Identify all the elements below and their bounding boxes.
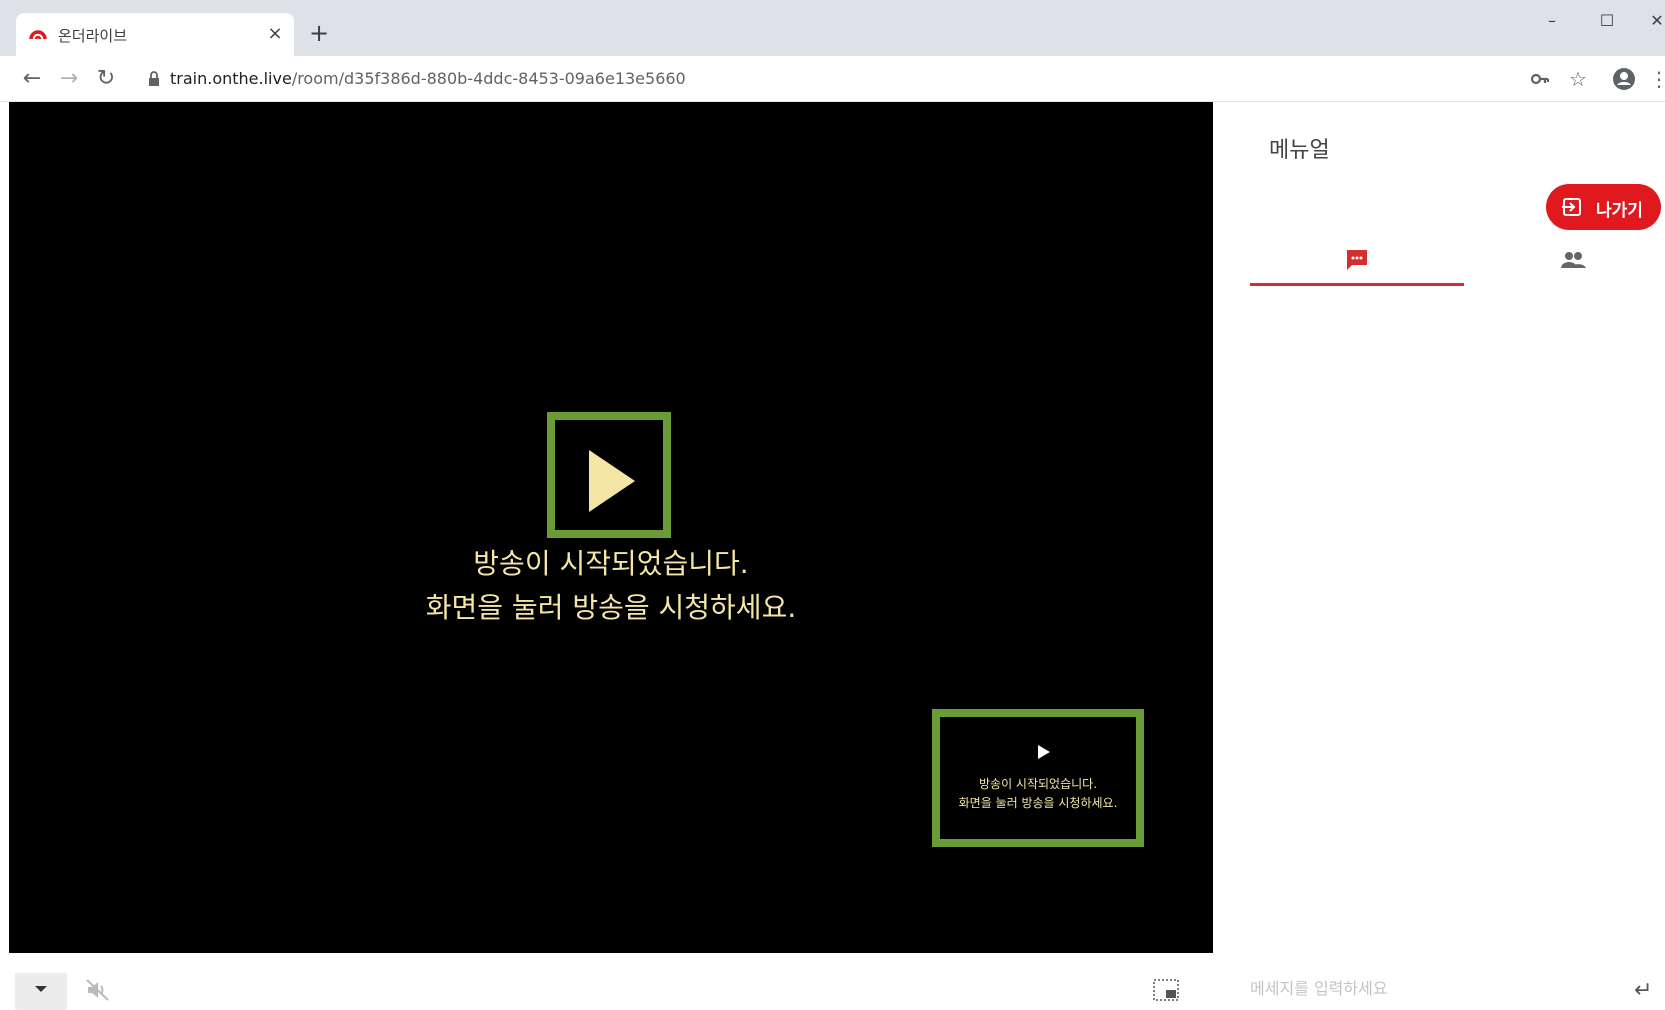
account-icon[interactable] bbox=[1610, 65, 1638, 93]
tab-title: 온더라이브 bbox=[58, 27, 128, 45]
browser-toolbar: ← → ↻ train.onthe.live/room/d35f386d-880… bbox=[0, 56, 1665, 102]
sidebar-title[interactable]: 메뉴얼 bbox=[1269, 132, 1330, 164]
broadcast-started-message: 방송이 시작되었습니다. bbox=[473, 547, 749, 580]
send-enter-icon[interactable]: ↵ bbox=[1634, 980, 1652, 1002]
lock-icon bbox=[149, 71, 159, 86]
back-arrow-icon[interactable]: ← bbox=[18, 65, 46, 93]
mini-tap-to-watch-message: 화면을 눌러 방송을 시청하세요. bbox=[958, 796, 1118, 810]
onthelive-favicon-icon bbox=[29, 30, 47, 40]
mini-play-icon bbox=[1038, 745, 1050, 759]
chat-icon bbox=[1347, 250, 1367, 270]
people-icon bbox=[1561, 252, 1586, 268]
tap-to-watch-message: 화면을 눌러 방송을 시청하세요. bbox=[425, 591, 797, 624]
exit-icon bbox=[1562, 198, 1581, 216]
browser-tabstrip: 온더라이브 × + – ☐ ✕ bbox=[0, 0, 1665, 56]
exit-button-label: 나가기 bbox=[1596, 201, 1643, 221]
bookmark-star-icon[interactable]: ☆ bbox=[1564, 65, 1592, 93]
tab-chat[interactable] bbox=[1250, 236, 1464, 286]
key-icon[interactable] bbox=[1526, 65, 1554, 93]
muted-speaker-icon[interactable] bbox=[86, 979, 110, 1001]
chat-message-input[interactable] bbox=[1250, 971, 1620, 1005]
video-player[interactable]: 방송이 시작되었습니다. 화면을 눌러 방송을 시청하세요. 방송이 시작되었습… bbox=[9, 102, 1213, 953]
close-window-button[interactable]: ✕ bbox=[1637, 8, 1665, 34]
play-icon bbox=[589, 450, 635, 512]
minimize-button[interactable]: – bbox=[1532, 8, 1572, 34]
bottom-control-bar: ↵ bbox=[0, 953, 1665, 1010]
forward-arrow-icon[interactable]: → bbox=[55, 65, 83, 93]
dropdown-caret-button[interactable] bbox=[15, 973, 67, 1010]
maximize-button[interactable]: ☐ bbox=[1587, 8, 1627, 34]
menu-dots-icon[interactable]: ⋮ bbox=[1645, 65, 1665, 93]
mini-broadcast-started-message: 방송이 시작되었습니다. bbox=[978, 777, 1098, 791]
tab-close-icon[interactable]: × bbox=[264, 23, 286, 45]
play-button-highlight[interactable] bbox=[547, 412, 671, 538]
address-bar[interactable]: train.onthe.live/room/d35f386d-880b-4ddc… bbox=[136, 60, 1596, 98]
exit-button[interactable]: 나가기 bbox=[1546, 184, 1661, 230]
browser-tab[interactable]: 온더라이브 × bbox=[16, 13, 294, 56]
mini-preview-highlight[interactable]: 방송이 시작되었습니다. 화면을 눌러 방송을 시청하세요. bbox=[932, 709, 1144, 847]
picture-in-picture-icon[interactable] bbox=[1153, 979, 1179, 1001]
reload-icon[interactable]: ↻ bbox=[92, 65, 120, 93]
caret-down-icon bbox=[35, 986, 47, 992]
new-tab-button[interactable]: + bbox=[306, 20, 332, 46]
sidebar: 메뉴얼 나가기 bbox=[1213, 102, 1665, 953]
tab-participants[interactable] bbox=[1464, 236, 1665, 286]
url-text: train.onthe.live/room/d35f386d-880b-4ddc… bbox=[170, 69, 686, 88]
